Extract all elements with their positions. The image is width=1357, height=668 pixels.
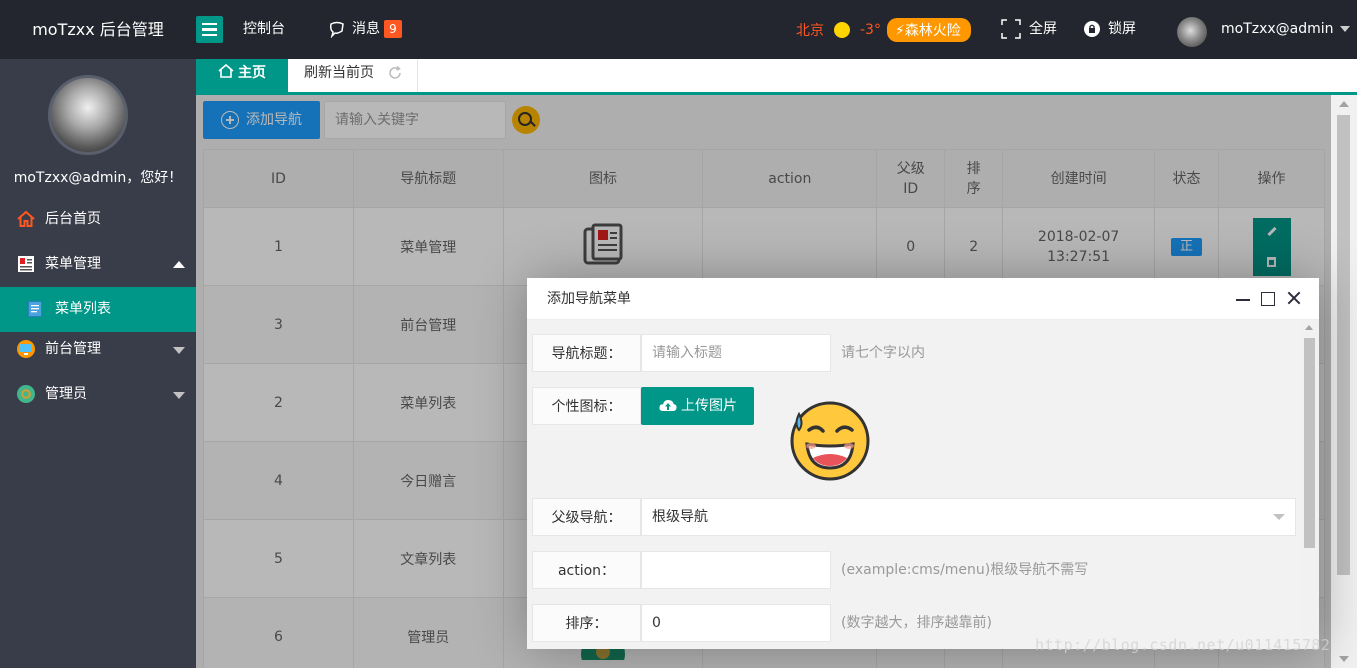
maximize-icon[interactable] — [1261, 292, 1275, 306]
dialog-scroll-thumb[interactable] — [1304, 338, 1315, 548]
title-hint: 请七个字以内 — [841, 345, 925, 361]
add-nav-dialog: 添加导航菜单 导航标题： 请七个字以内 个性图标： 上传图片 父级导航： 根级导… — [527, 278, 1319, 649]
monitor-icon — [17, 340, 35, 358]
emoji-preview-image — [790, 401, 870, 481]
top-header: moTzxx 后台管理 控制台 消息 9 北京 -3° ⚡森林火险 全屏 锁屏 m… — [0, 0, 1357, 59]
page-scrollbar[interactable] — [1331, 95, 1357, 668]
sidebar-item-frontend-manage[interactable]: 前台管理 — [0, 327, 196, 372]
sort-label: 排序： — [532, 604, 641, 642]
home-icon — [218, 63, 234, 78]
menu-toggle-button[interactable] — [196, 16, 223, 43]
chevron-down-icon — [1273, 514, 1285, 520]
user-menu[interactable]: moTzxx@admin — [1221, 0, 1350, 59]
scroll-up-icon[interactable] — [1305, 325, 1313, 330]
lock-button[interactable]: 锁屏 — [1084, 0, 1136, 59]
admin-icon — [17, 385, 35, 403]
fullscreen-icon — [1001, 19, 1021, 39]
sort-hint: (数字越大，排序越靠前) — [841, 615, 992, 631]
nav-console-link[interactable]: 控制台 — [243, 0, 285, 59]
lightning-icon: ⚡ — [894, 22, 905, 39]
messages-label: 消息 — [352, 21, 380, 37]
sidebar-item-menu-list[interactable]: 菜单列表 — [0, 287, 196, 332]
scroll-down-icon[interactable] — [1339, 656, 1349, 662]
action-label: action： — [532, 551, 641, 589]
user-avatar[interactable] — [1177, 17, 1207, 47]
welcome-text: moTzxx@admin，您好！ — [13, 170, 183, 186]
chevron-down-icon — [173, 347, 185, 354]
icon-label: 个性图标： — [532, 387, 641, 425]
dialog-body: 导航标题： 请七个字以内 个性图标： 上传图片 父级导航： 根级导航 actio… — [527, 320, 1319, 649]
tab-refresh[interactable]: 刷新当前页 — [288, 59, 418, 92]
parent-select[interactable]: 根级导航 — [641, 498, 1296, 536]
chevron-down-icon — [173, 392, 185, 399]
dialog-scrollbar[interactable] — [1300, 320, 1319, 649]
dialog-title[interactable]: 添加导航菜单 — [527, 278, 1319, 320]
sidebar: moTzxx@admin，您好！ 后台首页 菜单管理 菜单列表 前台管理 管理员 — [0, 59, 196, 668]
tab-home[interactable]: 主页 — [196, 59, 288, 92]
tab-bar: 主页 刷新当前页 — [196, 59, 1357, 95]
action-input[interactable] — [641, 551, 831, 589]
sidebar-item-admin[interactable]: 管理员 — [0, 372, 196, 417]
weather-temp: -3° — [860, 21, 881, 38]
action-hint: (example:cms/menu)根级导航不需写 — [841, 562, 1089, 578]
fullscreen-button[interactable]: 全屏 — [1001, 0, 1057, 59]
sun-icon — [834, 21, 850, 38]
watermark: http://blog.csdn.net/u011415782 — [1035, 636, 1331, 654]
app-logo[interactable]: moTzxx 后台管理 — [0, 0, 196, 59]
sidebar-item-home[interactable]: 后台首页 — [0, 197, 196, 242]
title-label: 导航标题： — [532, 334, 641, 372]
parent-label: 父级导航： — [532, 498, 641, 536]
weather-widget: 北京 -3° ⚡森林火险 — [796, 0, 971, 59]
chevron-down-icon — [1339, 26, 1350, 32]
weather-warning-badge: ⚡森林火险 — [886, 17, 971, 42]
scroll-thumb[interactable] — [1337, 115, 1350, 575]
chevron-up-icon — [173, 261, 185, 268]
minimize-icon[interactable] — [1235, 290, 1251, 306]
upload-image-button[interactable]: 上传图片 — [641, 387, 754, 425]
home-icon — [17, 210, 35, 227]
scroll-up-icon[interactable] — [1339, 101, 1349, 107]
sidebar-avatar[interactable] — [48, 75, 128, 155]
close-icon[interactable] — [1286, 290, 1302, 306]
weather-city: 北京 — [796, 22, 824, 39]
refresh-icon[interactable] — [388, 65, 402, 80]
title-input[interactable] — [641, 334, 831, 372]
sidebar-item-menu-manage[interactable]: 菜单管理 — [0, 242, 196, 287]
list-icon — [28, 301, 42, 317]
message-count-badge: 9 — [384, 20, 402, 38]
cloud-upload-icon — [659, 400, 677, 411]
message-icon — [330, 21, 344, 39]
lock-icon — [1084, 21, 1100, 37]
menu-manage-icon — [18, 256, 34, 272]
sort-input[interactable] — [641, 604, 831, 642]
nav-messages-link[interactable]: 消息 9 — [328, 0, 402, 59]
